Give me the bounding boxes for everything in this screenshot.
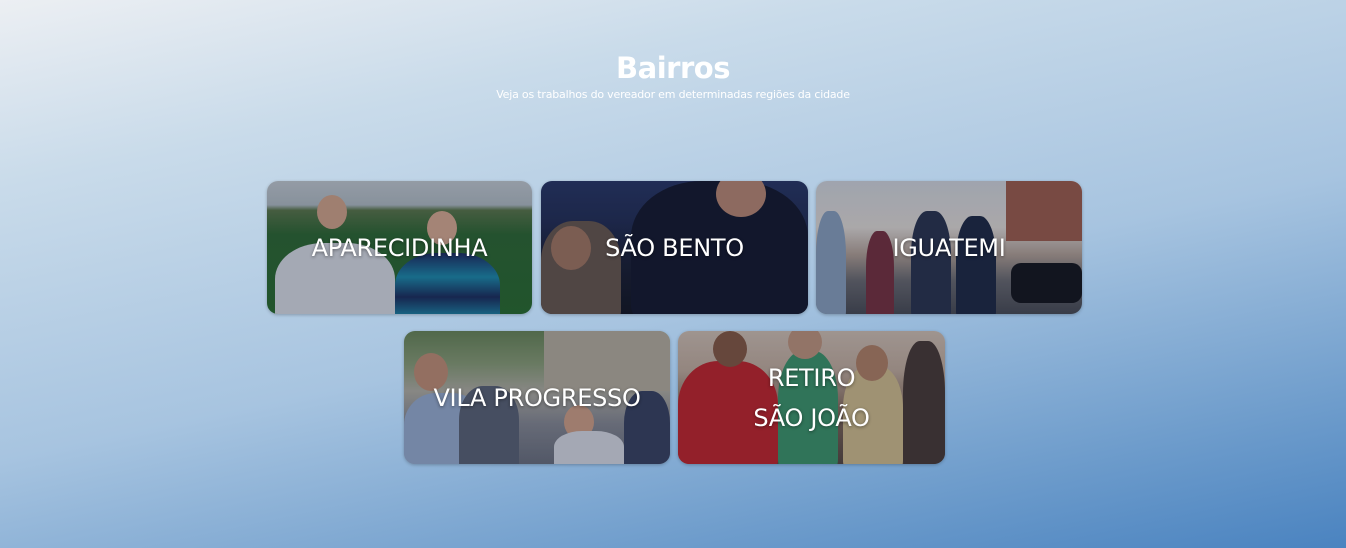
neighborhood-card-vila-progresso[interactable]: VILA PROGRESSO: [404, 331, 670, 464]
neighborhood-card-aparecidinha[interactable]: APARECIDINHA: [267, 181, 532, 314]
neighborhood-name: APARECIDINHA: [311, 233, 488, 262]
neighborhood-name: SÃO BENTO: [605, 233, 744, 262]
neighborhood-name: IGUATEMI: [892, 233, 1006, 262]
neighborhood-name: VILA PROGRESSO: [433, 383, 641, 412]
neighborhood-card-sao-bento[interactable]: SÃO BENTO: [541, 181, 808, 314]
neighborhood-card-iguatemi[interactable]: IGUATEMI: [816, 181, 1082, 314]
neighborhood-card-retiro-sao-joao[interactable]: RETIRO SÃO JOÃO: [678, 331, 945, 464]
section-subtitle: Veja os trabalhos do vereador em determi…: [496, 88, 850, 101]
section-header: Bairros Veja os trabalhos do vereador em…: [0, 48, 1346, 102]
neighborhood-name: RETIRO SÃO JOÃO: [753, 363, 870, 432]
section-title: Bairros: [616, 51, 730, 85]
